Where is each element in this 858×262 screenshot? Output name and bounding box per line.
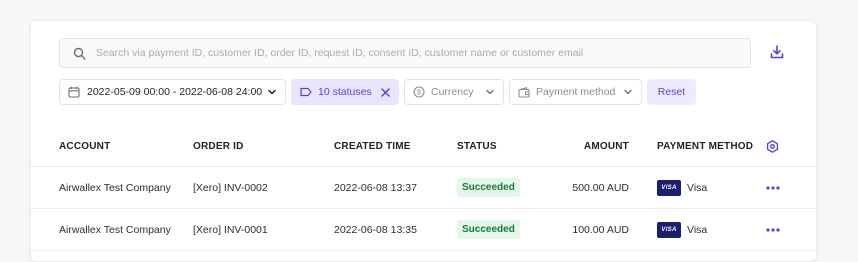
visa-card-icon: VISA bbox=[657, 179, 681, 196]
cell-order-id: [Xero] INV-0002 bbox=[193, 181, 268, 194]
search-icon bbox=[72, 46, 86, 60]
chevron-down-icon bbox=[623, 87, 633, 97]
row-actions[interactable] bbox=[766, 209, 780, 250]
payment-method-filter-label: Payment method bbox=[536, 86, 616, 98]
currency-icon: $ bbox=[413, 86, 425, 98]
cell-payment-method: VISA Visa bbox=[657, 209, 707, 250]
search-row bbox=[59, 38, 786, 68]
cell-amount: 500.00 AUD bbox=[572, 181, 629, 194]
header-created-time[interactable]: CREATED TIME bbox=[334, 126, 411, 166]
cell-created-time: 2022-06-08 13:35 bbox=[334, 223, 417, 236]
cell-payment-method: VISA Visa bbox=[657, 167, 707, 208]
row-actions[interactable] bbox=[766, 167, 780, 208]
table-row[interactable]: Airwallex Test Company [Xero] INV-0002 2… bbox=[31, 167, 816, 209]
payment-method-label: Visa bbox=[687, 223, 708, 236]
currency-filter[interactable]: $ Currency bbox=[404, 79, 504, 105]
date-range-filter[interactable]: 2022-05-09 00:00 - 2022-06-08 24:00 bbox=[59, 79, 286, 105]
status-badge: Succeeded bbox=[457, 178, 520, 197]
cell-status: Succeeded bbox=[457, 167, 520, 208]
cell-created-time: 2022-06-08 13:37 bbox=[334, 181, 417, 194]
search-bar[interactable] bbox=[59, 38, 751, 68]
calendar-icon bbox=[68, 86, 80, 98]
reset-button[interactable]: Reset bbox=[647, 79, 696, 105]
svg-text:$: $ bbox=[417, 90, 421, 97]
filter-bar: 2022-05-09 00:00 - 2022-06-08 24:00 10 s… bbox=[59, 79, 696, 107]
payments-card: 2022-05-09 00:00 - 2022-06-08 24:00 10 s… bbox=[30, 20, 817, 262]
clear-status-icon[interactable] bbox=[381, 87, 390, 97]
header-order-id[interactable]: ORDER ID bbox=[193, 126, 244, 166]
status-badge: Succeeded bbox=[457, 220, 520, 239]
chevron-down-icon bbox=[485, 87, 495, 97]
visa-card-icon: VISA bbox=[657, 221, 681, 238]
payment-method-label: Visa bbox=[687, 181, 708, 194]
search-input[interactable] bbox=[94, 46, 738, 60]
header-amount[interactable]: AMOUNT bbox=[551, 126, 629, 166]
download-icon[interactable] bbox=[767, 42, 787, 62]
chevron-down-icon bbox=[267, 87, 277, 97]
cell-amount: 100.00 AUD bbox=[572, 223, 629, 236]
payment-method-filter[interactable]: Payment method bbox=[509, 79, 642, 105]
currency-filter-label: Currency bbox=[431, 86, 474, 98]
table-row[interactable]: Airwallex Test Company [Xero] INV-0001 2… bbox=[31, 209, 816, 251]
cell-status: Succeeded bbox=[457, 209, 520, 250]
column-settings-icon[interactable] bbox=[766, 126, 779, 166]
date-range-label: 2022-05-09 00:00 - 2022-06-08 24:00 bbox=[87, 86, 263, 98]
status-filter-label: 10 statuses bbox=[318, 86, 372, 98]
cell-order-id: [Xero] INV-0001 bbox=[193, 223, 268, 236]
header-status[interactable]: STATUS bbox=[457, 126, 497, 166]
more-icon[interactable] bbox=[766, 185, 780, 190]
more-icon[interactable] bbox=[766, 227, 780, 232]
table-header: ACCOUNT ORDER ID CREATED TIME STATUS AMO… bbox=[31, 126, 816, 167]
header-payment-method[interactable]: PAYMENT METHOD bbox=[657, 126, 753, 166]
cell-account: Airwallex Test Company bbox=[59, 181, 171, 194]
header-account[interactable]: ACCOUNT bbox=[59, 126, 110, 166]
tag-icon bbox=[300, 87, 312, 97]
wallet-icon bbox=[518, 86, 530, 98]
cell-account: Airwallex Test Company bbox=[59, 223, 171, 236]
status-filter[interactable]: 10 statuses bbox=[291, 79, 399, 105]
